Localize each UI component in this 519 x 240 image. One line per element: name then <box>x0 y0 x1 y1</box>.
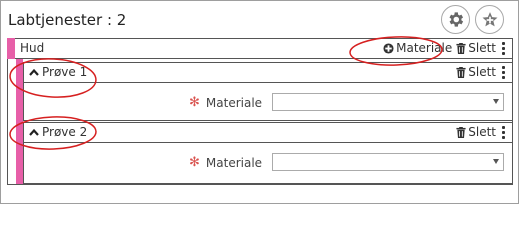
gear-icon <box>449 12 464 27</box>
sample-1-label: Prøve 1 <box>42 65 88 79</box>
chevron-up-icon <box>29 128 39 136</box>
sample-1-body: ✻ Materiale <box>23 83 513 121</box>
sample-1-material-select[interactable] <box>272 93 504 111</box>
group-label: Hud <box>20 41 45 55</box>
group-delete-button[interactable]: Slett <box>456 41 496 55</box>
settings-button[interactable] <box>441 5 470 34</box>
panel-title: Labtjenester : 2 <box>8 11 127 29</box>
sample-2-actions: Slett <box>456 125 506 139</box>
chevron-up-icon <box>29 68 39 76</box>
trash-icon <box>456 126 466 138</box>
sample-2-field: ✻ Materiale <box>189 155 262 170</box>
sample-1-actions: Slett <box>456 65 506 79</box>
sample-2-title-wrap: Prøve 2 <box>29 125 87 139</box>
group-header-row: Hud Materiale Slett <box>7 38 513 59</box>
sample-1-title-wrap: Prøve 1 <box>29 65 87 79</box>
group-accent-bar <box>7 38 15 59</box>
sample-1-delete-label: Slett <box>468 65 496 79</box>
group-actions: Materiale Slett <box>383 41 506 55</box>
favorite-add-button[interactable] <box>475 5 504 34</box>
add-material-button[interactable]: Materiale <box>383 41 452 55</box>
group-side-accent <box>16 59 23 184</box>
required-asterisk-icon: ✻ <box>189 155 200 170</box>
group-delete-label: Slett <box>468 41 496 55</box>
sample-1-field: ✻ Materiale <box>189 95 262 110</box>
sample-2-label: Prøve 2 <box>42 125 88 139</box>
plus-circle-icon <box>383 42 394 54</box>
sample-1-more-menu-icon[interactable] <box>500 65 506 79</box>
sample-2-delete-label: Slett <box>468 125 496 139</box>
sample-2-body: ✻ Materiale <box>23 143 513 184</box>
sample-1-field-label: Materiale <box>205 95 263 110</box>
required-asterisk-icon: ✻ <box>189 95 200 110</box>
group-more-menu-icon[interactable] <box>500 41 506 55</box>
star-plus-icon <box>482 11 497 26</box>
trash-icon <box>456 66 466 78</box>
sample-2-material-select[interactable] <box>272 153 504 171</box>
sample-2-field-label: Materiale <box>205 155 263 170</box>
add-material-label: Materiale <box>396 41 453 55</box>
dropdown-arrow-icon <box>493 99 499 104</box>
trash-icon <box>456 42 466 54</box>
sample-2-delete-button[interactable]: Slett <box>456 125 496 139</box>
sample-2-header[interactable]: Prøve 2 Slett <box>23 122 513 143</box>
labtjenester-panel: Labtjenester : 2 Hud Materiale Slett Prø… <box>0 0 519 204</box>
dropdown-arrow-icon <box>493 159 499 164</box>
sample-1-header[interactable]: Prøve 1 Slett <box>23 62 513 83</box>
sample-1-delete-button[interactable]: Slett <box>456 65 496 79</box>
sample-2-more-menu-icon[interactable] <box>500 125 506 139</box>
